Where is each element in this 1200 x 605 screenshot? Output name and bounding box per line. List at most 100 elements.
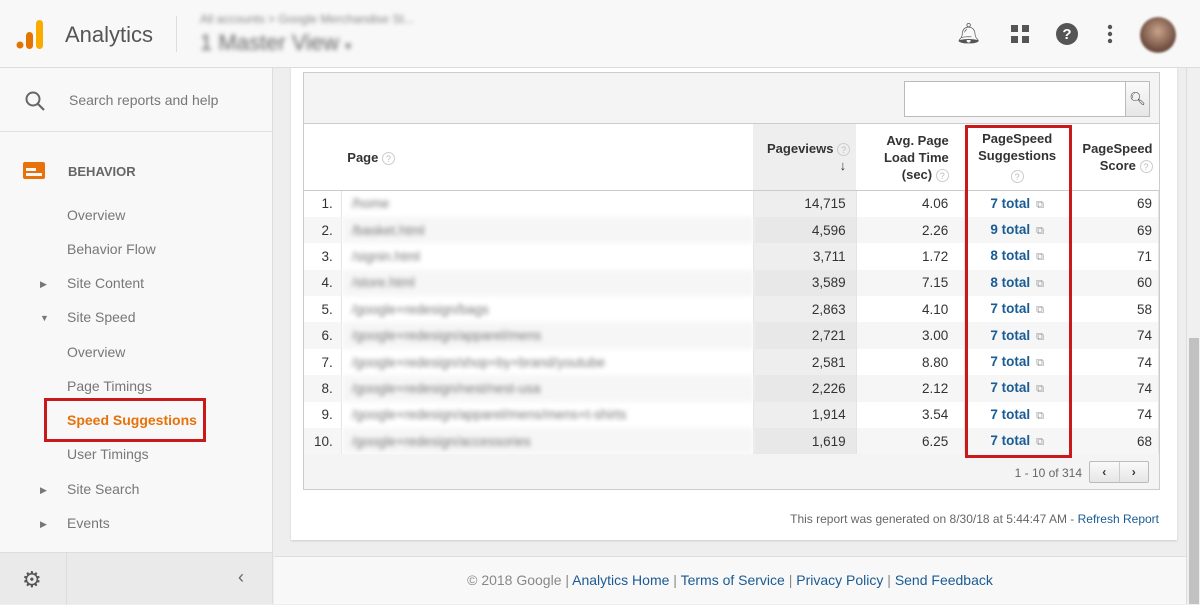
- page-header[interactable]: Page ?: [341, 123, 754, 191]
- next-page-button[interactable]: ›: [1120, 462, 1149, 482]
- suggestions-link[interactable]: 7 total: [990, 196, 1030, 211]
- terms-link[interactable]: Terms of Service: [681, 572, 785, 588]
- sidebar-section-behavior[interactable]: BEHAVIOR: [0, 162, 273, 186]
- external-link-icon[interactable]: ⧉: [1036, 383, 1044, 395]
- analytics-logo-icon[interactable]: [16, 18, 46, 50]
- suggestions-link[interactable]: 7 total: [990, 328, 1030, 343]
- expand-arrow-icon[interactable]: ▶: [40, 485, 47, 496]
- load-time-header[interactable]: Avg. Page Load Time (sec) ?: [856, 123, 965, 191]
- load-time-cell: 6.25: [856, 428, 966, 455]
- sidebar-item-site-speed[interactable]: Site Speed: [67, 309, 136, 325]
- collapse-sidebar-icon[interactable]: ‹: [238, 567, 244, 588]
- row-index: 7.: [304, 348, 342, 376]
- divider: [176, 16, 177, 52]
- suggestions-cell: 7 total ⧉: [964, 322, 1071, 349]
- suggestions-link[interactable]: 7 total: [990, 354, 1030, 369]
- page-link[interactable]: /basket.html: [341, 216, 754, 244]
- suggestions-link[interactable]: 7 total: [990, 407, 1030, 422]
- separator: |: [669, 572, 681, 588]
- suggestions-link[interactable]: 7 total: [990, 433, 1030, 448]
- page-link[interactable]: /google+redesign/apparel/mens: [341, 322, 754, 349]
- sidebar-item-speed-overview[interactable]: Overview: [67, 344, 125, 360]
- generated-text: This report was generated on 8/30/18 at …: [790, 512, 1078, 526]
- privacy-link[interactable]: Privacy Policy: [796, 572, 883, 588]
- external-link-icon[interactable]: ⧉: [1036, 251, 1044, 263]
- sidebar-item-site-search[interactable]: Site Search: [67, 481, 139, 497]
- suggestions-cell: 8 total ⧉: [964, 269, 1071, 297]
- help-icon[interactable]: ?: [381, 151, 395, 165]
- help-icon[interactable]: ?: [935, 168, 949, 182]
- help-icon[interactable]: ?: [1139, 160, 1153, 174]
- sidebar-item-user-timings[interactable]: User Timings: [67, 446, 149, 462]
- table-row: 2. /basket.html 4,596 2.26 9 total ⧉ 69: [304, 216, 1159, 244]
- bell-icon[interactable]: 🔔︎: [956, 22, 981, 46]
- score-cell: 74: [1069, 401, 1159, 429]
- help-icon[interactable]: ?: [1055, 22, 1079, 46]
- page-link[interactable]: /google+redesign/bags: [341, 296, 754, 323]
- pageviews-cell: 3,589: [753, 269, 857, 297]
- pageviews-cell: 1,619: [753, 428, 857, 455]
- external-link-icon[interactable]: ⧉: [1036, 357, 1044, 369]
- sidebar-item-site-content[interactable]: Site Content: [67, 275, 144, 291]
- sidebar-search[interactable]: Search reports and help: [0, 68, 272, 132]
- table-row: 9. /google+redesign/apparel/mens/mens+t-…: [304, 401, 1159, 429]
- suggestions-link[interactable]: 8 total: [990, 275, 1030, 290]
- external-link-icon[interactable]: ⧉: [1036, 410, 1044, 422]
- refresh-report-link[interactable]: Refresh Report: [1078, 512, 1159, 526]
- help-icon[interactable]: ?: [1010, 170, 1024, 184]
- pageviews-cell: 2,226: [753, 375, 857, 402]
- load-time-cell: 2.26: [856, 216, 966, 244]
- score-cell: 74: [1069, 348, 1159, 376]
- page-link[interactable]: /store.html: [341, 269, 754, 297]
- analytics-home-link[interactable]: Analytics Home: [572, 572, 669, 588]
- external-link-icon[interactable]: ⧉: [1036, 225, 1044, 237]
- page-link[interactable]: /google+redesign/nest/nest-usa: [341, 375, 754, 402]
- scrollbar-thumb[interactable]: [1189, 338, 1199, 604]
- pageviews-cell: 1,914: [753, 401, 857, 429]
- external-link-icon[interactable]: ⧉: [1036, 278, 1044, 290]
- external-link-icon[interactable]: ⧉: [1036, 199, 1044, 211]
- pageviews-cell: 4,596: [753, 216, 857, 244]
- table-row: 4. /store.html 3,589 7.15 8 total ⧉ 60: [304, 269, 1159, 297]
- gear-icon[interactable]: ⚙: [22, 567, 42, 593]
- avatar[interactable]: [1140, 17, 1176, 53]
- sidebar-item-overview[interactable]: Overview: [67, 207, 125, 223]
- external-link-icon[interactable]: ⧉: [1036, 436, 1044, 448]
- help-icon[interactable]: ?: [837, 143, 851, 157]
- suggestions-cell: 9 total ⧉: [964, 216, 1071, 244]
- collapse-arrow-icon[interactable]: ▼: [40, 313, 49, 323]
- pagespeed-suggestions-header[interactable]: PageSpeed Suggestions?: [964, 123, 1070, 191]
- table-search-input[interactable]: [904, 81, 1126, 117]
- expand-arrow-icon[interactable]: ▶: [40, 519, 47, 530]
- account-breadcrumb[interactable]: All accounts > Google Merchandise St...: [200, 12, 414, 26]
- page-link[interactable]: /google+redesign/shop+by+brand/youtube: [341, 348, 754, 376]
- pagespeed-score-header[interactable]: PageSpeed Score ?: [1069, 123, 1159, 191]
- view-selector[interactable]: 1 Master View ▾: [200, 30, 351, 56]
- report-table: Page ? Pageviews ? ↓ Avg. Page Load Time (s…: [304, 123, 1159, 455]
- table-search-button[interactable]: 🔍︎: [1125, 81, 1150, 117]
- more-vert-icon[interactable]: [1098, 22, 1122, 46]
- pageviews-header[interactable]: Pageviews ? ↓: [753, 123, 857, 191]
- suggestions-link[interactable]: 7 total: [990, 380, 1030, 395]
- apps-grid-icon[interactable]: [1008, 22, 1032, 46]
- scrollbar[interactable]: [1186, 68, 1200, 604]
- sidebar-item-behavior-flow[interactable]: Behavior Flow: [67, 241, 156, 257]
- expand-arrow-icon[interactable]: ▶: [40, 279, 47, 290]
- page-link[interactable]: /google+redesign/apparel/mens/mens+t-shi…: [341, 401, 754, 429]
- external-link-icon[interactable]: ⧉: [1036, 304, 1044, 316]
- load-time-cell: 7.15: [856, 269, 966, 297]
- suggestions-cell: 7 total ⧉: [964, 375, 1071, 402]
- suggestions-link[interactable]: 9 total: [990, 222, 1030, 237]
- sidebar-item-events[interactable]: Events: [67, 515, 110, 531]
- page-link[interactable]: /home: [341, 190, 754, 217]
- prev-page-button[interactable]: ‹: [1090, 462, 1120, 482]
- page-link[interactable]: /google+redesign/accessories: [341, 428, 754, 455]
- score-cell: 69: [1069, 190, 1159, 217]
- sidebar-item-page-timings[interactable]: Page Timings: [67, 378, 152, 394]
- external-link-icon[interactable]: ⧉: [1036, 331, 1044, 343]
- suggestions-link[interactable]: 8 total: [990, 248, 1030, 263]
- feedback-link[interactable]: Send Feedback: [895, 572, 993, 588]
- search-icon: 🔍︎: [1129, 91, 1146, 106]
- page-link[interactable]: /signin.html: [341, 243, 754, 270]
- suggestions-link[interactable]: 7 total: [990, 301, 1030, 316]
